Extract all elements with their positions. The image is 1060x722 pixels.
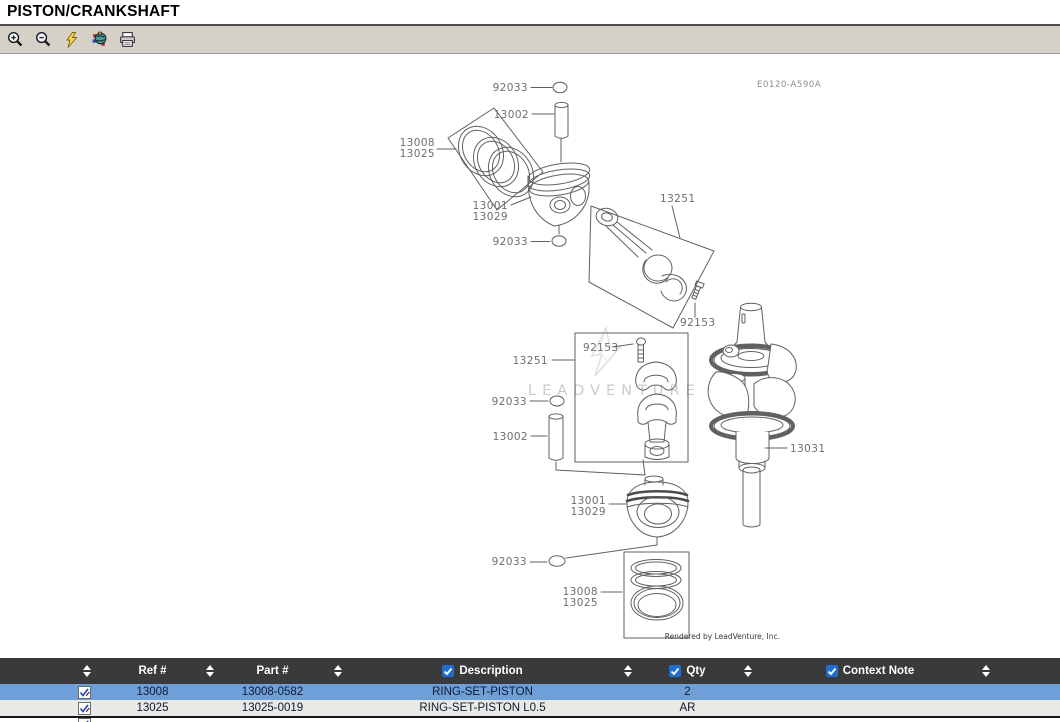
column-header-description[interactable]: Description [360,658,605,684]
callout-13251-upper[interactable]: 13251 [660,193,695,205]
print-icon[interactable] [118,30,137,49]
drawing-number: E0120-A590A [757,80,821,90]
cell-description: RING-SET-PISTON [360,684,605,700]
cell-context-note [770,700,970,716]
table-row-13008[interactable]: 13008 13008-0582 RING-SET-PISTON 2 [0,684,1060,700]
ring-set-bottom-drawing [601,552,689,638]
table-row-partial[interactable] [0,718,1060,722]
callout-92153-box[interactable]: 92153 [583,342,618,354]
table-row-13025[interactable]: 13025 13025-0019 RING-SET-PISTON L0.5 AR [0,700,1060,716]
cell-qty: AR [650,700,725,716]
cell-context-note [770,684,970,700]
cell-ref: 13008 [115,684,190,700]
edit-check-icon[interactable] [78,702,91,715]
title-bar: PISTON/CRANKSHAFT [0,0,1060,24]
sort-control-qty[interactable] [725,658,770,684]
column-header-qty[interactable]: Qty [650,658,725,684]
sort-control-context-note[interactable] [970,658,1060,684]
context-note-checkbox[interactable] [826,665,838,677]
callout-13251-box[interactable]: 13251 [513,355,548,367]
parts-table-header: Ref # Part # Description Qty Context Not… [0,658,1060,684]
sort-icon[interactable] [334,665,342,677]
circlip-mid-drawing [531,236,566,246]
callout-92033-top[interactable]: 92033 [493,82,528,94]
callout-13031-crankshaft[interactable]: 13031 [790,443,825,455]
piston-pin-top-drawing [532,102,568,162]
sort-control-description[interactable] [605,658,650,684]
zoom-in-icon[interactable] [6,30,25,49]
cell-qty: 2 [650,684,725,700]
callout-92033-bottom[interactable]: 92033 [492,556,527,568]
sort-icon[interactable] [982,665,990,677]
sort-control-part[interactable] [315,658,360,684]
column-header-ref[interactable]: Ref # [115,658,190,684]
edit-check-icon[interactable] [78,686,91,699]
cell-part: 13025-0019 [230,700,315,716]
sort-icon[interactable] [744,665,752,677]
piston-top-drawing [511,159,591,234]
callout-92033-mid[interactable]: 92033 [493,236,528,248]
page-title: PISTON/CRANKSHAFT [7,3,180,21]
sort-icon[interactable] [206,665,214,677]
cell-ref: 13025 [115,700,190,716]
column-header-part[interactable]: Part # [230,658,315,684]
crankshaft-drawing [708,303,796,527]
callout-13029-bottom[interactable]: 13029 [571,506,606,518]
column-header-context-note[interactable]: Context Note [770,658,970,684]
sort-control-select-col[interactable] [0,658,115,684]
sort-icon[interactable] [83,665,91,677]
ring-set-top-drawing [437,108,543,210]
hotspots-icon[interactable] [90,30,109,49]
lightning-icon[interactable] [62,30,81,49]
render-credit: Rendered by LeadVenture, Inc. [665,632,780,641]
edit-check-icon [78,718,91,722]
callout-13002-top[interactable]: 13002 [494,109,529,121]
callout-92033-box[interactable]: 92033 [492,396,527,408]
callout-13025-top[interactable]: 13025 [400,148,435,160]
circlip-top-drawing [531,82,567,92]
description-checkbox[interactable] [442,665,454,677]
callout-13025-bottom[interactable]: 13025 [563,597,598,609]
cell-part: 13008-0582 [230,684,315,700]
diagram-area: LEADVENTURE E0120-A590A [0,54,1060,658]
cell-description: RING-SET-PISTON L0.5 [360,700,605,716]
qty-checkbox[interactable] [669,665,681,677]
sort-control-ref[interactable] [190,658,230,684]
circlip-bottom-drawing [530,556,565,566]
callout-92153-upper[interactable]: 92153 [680,317,715,329]
callout-13002-box[interactable]: 13002 [493,431,528,443]
sort-icon[interactable] [624,665,632,677]
zoom-out-icon[interactable] [34,30,53,49]
leadventure-watermark: LEADVENTURE [528,328,701,399]
diagram-toolbar [0,26,1060,54]
piston-pin-mid-drawing [531,414,645,475]
connecting-rod-box-drawing [589,206,714,328]
callout-13029-top[interactable]: 13029 [473,211,508,223]
parts-diagram: LEADVENTURE E0120-A590A [0,54,1060,658]
